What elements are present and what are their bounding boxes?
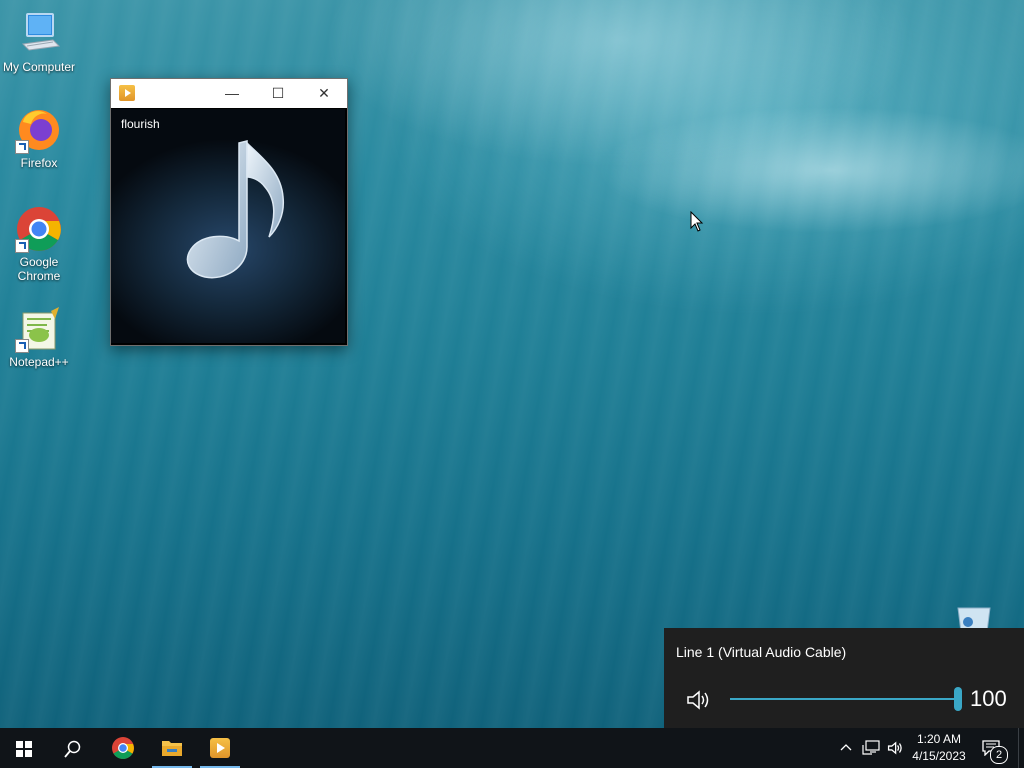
desktop-icon-my-computer[interactable]: My Computer bbox=[1, 10, 77, 74]
clock-date: 4/15/2023 bbox=[912, 749, 966, 763]
action-center-button[interactable]: 2 bbox=[976, 728, 1012, 768]
mouse-cursor-icon bbox=[690, 211, 704, 232]
speaker-icon[interactable] bbox=[684, 686, 712, 714]
taskbar-media-player[interactable] bbox=[196, 728, 244, 768]
chrome-icon bbox=[15, 205, 63, 253]
close-button[interactable]: ✕ bbox=[301, 79, 347, 108]
volume-tray-icon[interactable] bbox=[886, 739, 904, 757]
shortcut-arrow-icon bbox=[15, 140, 29, 154]
media-player-window[interactable]: — ☐ ✕ flourish bbox=[110, 78, 348, 346]
desktop-icon-label: Notepad++ bbox=[9, 355, 69, 369]
music-note-icon bbox=[186, 140, 285, 279]
show-desktop-button[interactable] bbox=[1018, 728, 1024, 768]
firefox-icon bbox=[15, 106, 63, 154]
minimize-button[interactable]: — bbox=[209, 79, 255, 108]
desktop-icon-label: Firefox bbox=[20, 156, 58, 170]
taskbar: 1:20 AM 4/15/2023 2 bbox=[0, 728, 1024, 768]
volume-value: 100 bbox=[970, 686, 1007, 711]
search-button[interactable] bbox=[48, 728, 96, 768]
maximize-button[interactable]: ☐ bbox=[255, 79, 301, 108]
search-icon bbox=[64, 740, 81, 758]
desktop-icon-label: My Computer bbox=[2, 60, 76, 74]
volume-flyout: Line 1 (Virtual Audio Cable) 100 bbox=[664, 628, 1024, 728]
audio-device-name[interactable]: Line 1 (Virtual Audio Cable) bbox=[676, 644, 846, 660]
desktop-icon-notepad-plus-plus[interactable]: Notepad++ bbox=[1, 305, 77, 369]
network-icon[interactable] bbox=[862, 740, 880, 756]
desktop-icon-firefox[interactable]: Firefox bbox=[1, 106, 77, 170]
chrome-icon bbox=[112, 737, 134, 759]
show-hidden-icons-chevron-up-icon[interactable] bbox=[840, 742, 852, 752]
desktop-icon-google-chrome[interactable]: Google Chrome bbox=[1, 205, 77, 283]
start-icon bbox=[16, 741, 32, 757]
clock-time: 1:20 AM bbox=[916, 732, 962, 746]
file-explorer-icon bbox=[162, 741, 182, 756]
clock[interactable]: 1:20 AM 4/15/2023 bbox=[906, 732, 972, 763]
desktop-icon-label: Google Chrome bbox=[17, 255, 61, 283]
volume-slider-thumb[interactable] bbox=[954, 687, 962, 711]
shortcut-arrow-icon bbox=[15, 339, 29, 353]
media-player-icon bbox=[119, 85, 135, 101]
taskbar-chrome[interactable] bbox=[99, 728, 147, 768]
volume-slider-fill bbox=[730, 698, 958, 700]
shortcut-arrow-icon bbox=[15, 239, 29, 253]
notification-count-badge: 2 bbox=[990, 746, 1008, 764]
album-art-area: flourish bbox=[111, 109, 345, 343]
taskbar-file-explorer[interactable] bbox=[148, 728, 196, 768]
track-name: flourish bbox=[121, 117, 160, 131]
notepad-plus-plus-icon bbox=[15, 305, 63, 353]
media-player-icon bbox=[210, 738, 230, 758]
start-button[interactable] bbox=[0, 728, 48, 768]
volume-slider[interactable] bbox=[730, 687, 962, 711]
window-titlebar[interactable]: — ☐ ✕ bbox=[111, 79, 347, 108]
computer-icon bbox=[15, 10, 63, 58]
